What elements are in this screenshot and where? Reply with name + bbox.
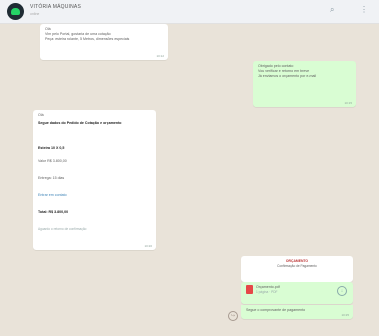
search-icon[interactable]: ⌕ xyxy=(330,6,334,14)
message-line: Segue dados do Pedido de Cotação e orçam… xyxy=(38,121,122,125)
message-line: Olá xyxy=(38,113,44,117)
document-caption-bubble[interactable]: Segue o comprovante de pagamento 10:25 xyxy=(241,305,353,319)
message-time: 10:25 xyxy=(341,313,349,317)
document-file-info: 1 página · PDF xyxy=(256,290,278,294)
message-line: Valor R$ 3.800,00 xyxy=(38,159,67,163)
message-time: 10:20 xyxy=(144,244,152,248)
contact-avatar[interactable] xyxy=(7,3,24,20)
message-bubble-incoming[interactable]: Olá Vim pelo Portal, gostaria de uma cot… xyxy=(40,24,168,60)
document-caption: Segue o comprovante de pagamento xyxy=(246,308,306,312)
message-line: Entrega: 15 dias xyxy=(38,176,65,180)
message-link[interactable]: Entrar em contato xyxy=(38,193,151,198)
chat-header: VITÓRIA MÁQUINAS online ⌕ ⋮ xyxy=(0,0,379,24)
message-line: Total: R$ 3.800,00 xyxy=(38,210,69,214)
document-subtitle: Confirmação de Pagamento xyxy=(277,264,317,268)
more-vert-icon[interactable]: ⋮ xyxy=(360,6,368,14)
message-time: 10:12 xyxy=(156,54,164,58)
document-preview[interactable]: ORÇAMENTO Confirmação de Pagamento xyxy=(241,256,353,282)
pdf-icon xyxy=(246,285,253,294)
download-icon[interactable]: ↓ xyxy=(337,286,347,296)
contact-name[interactable]: VITÓRIA MÁQUINAS xyxy=(30,4,81,10)
message-time: 10:15 xyxy=(344,101,352,105)
message-line: Já enviamos o orçamento por e-mail xyxy=(258,74,317,78)
message-line: Peça: esteira rolante, 5 Metros, dimensõ… xyxy=(45,37,130,41)
chat-area[interactable]: Olá Vim pelo Portal, gostaria de uma cot… xyxy=(0,24,379,336)
message-line: Esteira 10 X 0,5 xyxy=(38,146,65,150)
message-bubble-outgoing[interactable]: Obrigado pelo contato Vou verificar e re… xyxy=(253,61,356,107)
forward-icon[interactable]: ↪ xyxy=(228,311,238,321)
message-line: Aguardo o retorno de confirmação xyxy=(38,227,87,231)
message-bubble-incoming[interactable]: Olá Segue dados do Pedido de Cotação e o… xyxy=(33,110,156,250)
avatar-icon xyxy=(11,8,20,15)
document-attachment[interactable]: Orçamento.pdf 1 página · PDF ↓ xyxy=(241,282,353,304)
contact-status: online xyxy=(30,12,40,16)
